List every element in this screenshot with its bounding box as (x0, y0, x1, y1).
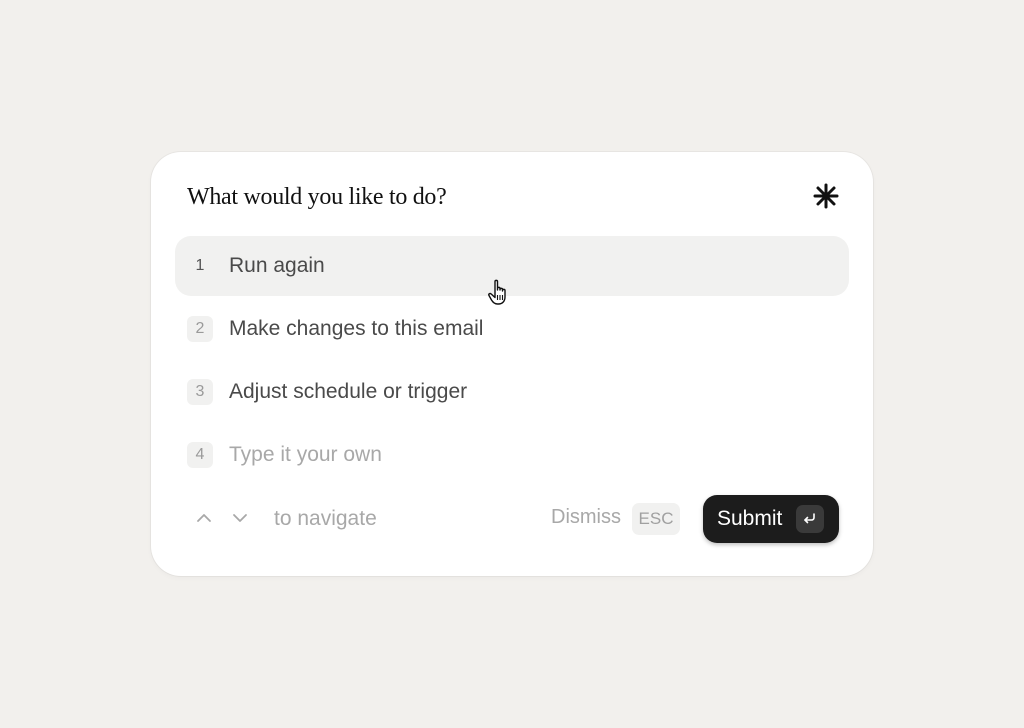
option-list: 1 Run again 2 Make changes to this email… (175, 236, 849, 488)
option-make-changes[interactable]: 2 Make changes to this email (175, 299, 849, 359)
chevron-down-icon[interactable] (231, 511, 249, 525)
esc-key-badge: ESC (632, 503, 680, 535)
dismiss-button[interactable]: Dismiss (551, 506, 621, 529)
option-label: Make changes to this email (229, 317, 484, 340)
dialog-title: What would you like to do? (187, 184, 447, 210)
option-label: Adjust schedule or trigger (229, 380, 468, 403)
submit-label: Submit (717, 507, 783, 530)
chevron-up-icon[interactable] (195, 511, 213, 525)
enter-return-icon (796, 505, 824, 533)
hand-pointer-icon (488, 279, 506, 305)
option-adjust-schedule[interactable]: 3 Adjust schedule or trigger (175, 362, 849, 422)
navigate-hint: to navigate (274, 507, 377, 530)
asterisk-spark-icon (813, 183, 839, 209)
custom-input-placeholder[interactable]: Type it your own (229, 443, 382, 467)
option-label: Run again (229, 254, 325, 277)
option-number: 2 (187, 316, 213, 342)
option-custom-input[interactable]: 4 Type it your own (175, 425, 849, 485)
dialog-footer: to navigate Dismiss ESC Submit (187, 495, 839, 543)
option-run-again[interactable]: 1 Run again (175, 236, 849, 296)
option-number: 1 (195, 257, 205, 274)
option-number: 3 (187, 379, 213, 405)
option-number: 4 (187, 442, 213, 468)
action-dialog: What would you like to do? 1 Run again 2… (151, 152, 873, 576)
submit-button[interactable]: Submit (703, 495, 839, 543)
